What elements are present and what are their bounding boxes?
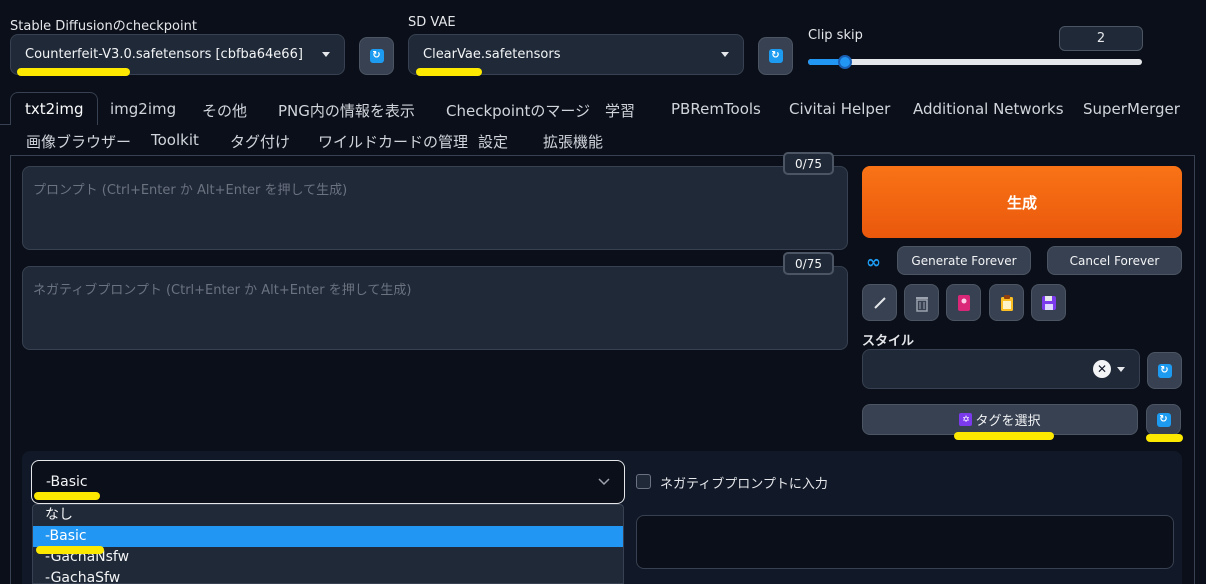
tab-image-browser[interactable]: 画像ブラウザー <box>26 131 131 152</box>
select-tags-button[interactable]: ✡ タグを選択 <box>862 404 1138 435</box>
refresh-icon: ↻ <box>369 49 384 63</box>
style-dropdown[interactable]: ✕ <box>862 349 1140 389</box>
highlight-mark <box>34 492 100 500</box>
paste-prompt-button[interactable] <box>862 284 897 321</box>
pencil-icon <box>873 296 886 309</box>
clip-skip-slider-thumb[interactable] <box>838 55 852 69</box>
prompt-textarea[interactable]: プロンプト (Ctrl+Enter か Alt+Enter を押して生成) <box>22 166 848 250</box>
refresh-icon: ↻ <box>1157 363 1172 378</box>
clear-prompt-button[interactable] <box>904 284 939 321</box>
highlight-mark <box>36 546 104 554</box>
checkpoint-refresh-button[interactable]: ↻ <box>359 37 394 75</box>
preset-option-gacha-nsfw[interactable]: -GachaNsfw <box>33 547 623 568</box>
chevron-down-icon <box>721 52 729 57</box>
infinity-icon: ∞ <box>866 252 881 273</box>
clip-skip-label: Clip skip <box>808 28 863 43</box>
tab-supermerger[interactable]: SuperMerger <box>1083 100 1180 118</box>
apply-styles-button[interactable] <box>989 284 1024 321</box>
save-style-button[interactable] <box>1031 284 1066 321</box>
floppy-disk-icon <box>1041 295 1056 310</box>
tab-other[interactable]: その他 <box>202 100 247 121</box>
tab-img2img[interactable]: img2img <box>110 100 176 118</box>
negative-prompt-token-counter: 0/75 <box>783 252 834 275</box>
cancel-forever-button[interactable]: Cancel Forever <box>1047 246 1182 275</box>
tab-train[interactable]: 学習 <box>605 100 635 121</box>
tag-refresh-button[interactable]: ↻ <box>1146 404 1181 435</box>
generate-forever-button[interactable]: Generate Forever <box>897 246 1031 275</box>
clip-skip-number-input[interactable]: 2 <box>1059 26 1143 51</box>
tab-bar-line <box>0 124 10 125</box>
tab-txt2img[interactable]: txt2img <box>10 92 99 125</box>
clear-icon[interactable]: ✕ <box>1093 360 1111 378</box>
extra-networks-button[interactable] <box>946 284 981 321</box>
clip-skip-slider-track[interactable] <box>808 55 1142 69</box>
tab-civitai-helper[interactable]: Civitai Helper <box>789 100 890 118</box>
preset-text-field[interactable] <box>636 515 1174 569</box>
vae-label: SD VAE <box>408 15 456 30</box>
chevron-down-icon <box>322 52 330 57</box>
negative-prompt-checkbox[interactable] <box>636 474 651 489</box>
card-icon <box>957 294 970 311</box>
highlight-mark <box>1146 434 1183 442</box>
preset-option-none[interactable]: なし <box>33 505 623 526</box>
style-refresh-button[interactable]: ↻ <box>1147 352 1182 389</box>
tab-wildcard-manager[interactable]: ワイルドカードの管理 <box>318 131 468 152</box>
tab-tagging[interactable]: タグ付け <box>230 131 290 152</box>
trash-icon <box>915 296 928 312</box>
chevron-down-icon <box>598 478 610 486</box>
generate-button[interactable]: 生成 <box>862 166 1182 238</box>
preset-selected-value: -Basic <box>46 474 88 490</box>
vae-refresh-button[interactable]: ↻ <box>758 37 793 75</box>
refresh-icon: ↻ <box>1156 412 1171 427</box>
vae-value: ClearVae.safetensors <box>423 47 561 62</box>
tab-settings[interactable]: 設定 <box>478 131 508 152</box>
negative-prompt-checkbox-label: ネガティブプロンプトに入力 <box>660 477 828 492</box>
tab-additional-networks[interactable]: Additional Networks <box>913 100 1064 118</box>
clipboard-icon <box>1000 294 1013 311</box>
prompt-token-counter: 0/75 <box>783 152 834 175</box>
highlight-mark <box>17 68 130 76</box>
tab-pbremtools[interactable]: PBRemTools <box>671 100 761 118</box>
preset-option-gacha-sfw[interactable]: -GachaSfw <box>33 568 623 583</box>
highlight-mark <box>954 432 1054 440</box>
refresh-icon: ↻ <box>768 49 783 63</box>
highlight-mark <box>416 68 482 76</box>
checkpoint-label: Stable Diffusionのcheckpoint <box>10 19 197 34</box>
tab-toolkit[interactable]: Toolkit <box>151 131 199 149</box>
tag-icon: ✡ <box>959 413 973 426</box>
style-label: スタイル <box>862 334 915 349</box>
tab-png-info[interactable]: PNG内の情報を表示 <box>278 100 415 121</box>
preset-options-list: なし -Basic -GachaNsfw -GachaSfw <box>32 504 624 584</box>
select-tags-label: タグを選択 <box>975 414 1041 429</box>
chevron-down-icon <box>1117 366 1125 372</box>
checkpoint-value: Counterfeit-V3.0.safetensors [cbfba64e66… <box>25 47 303 62</box>
tab-checkpoint-merger[interactable]: Checkpointのマージ <box>446 100 590 121</box>
tab-extensions[interactable]: 拡張機能 <box>543 131 603 152</box>
preset-option-basic[interactable]: -Basic <box>33 526 623 547</box>
preset-select[interactable]: -Basic <box>31 460 625 504</box>
negative-prompt-textarea[interactable]: ネガティブプロンプト (Ctrl+Enter か Alt+Enter を押して生… <box>22 266 848 350</box>
